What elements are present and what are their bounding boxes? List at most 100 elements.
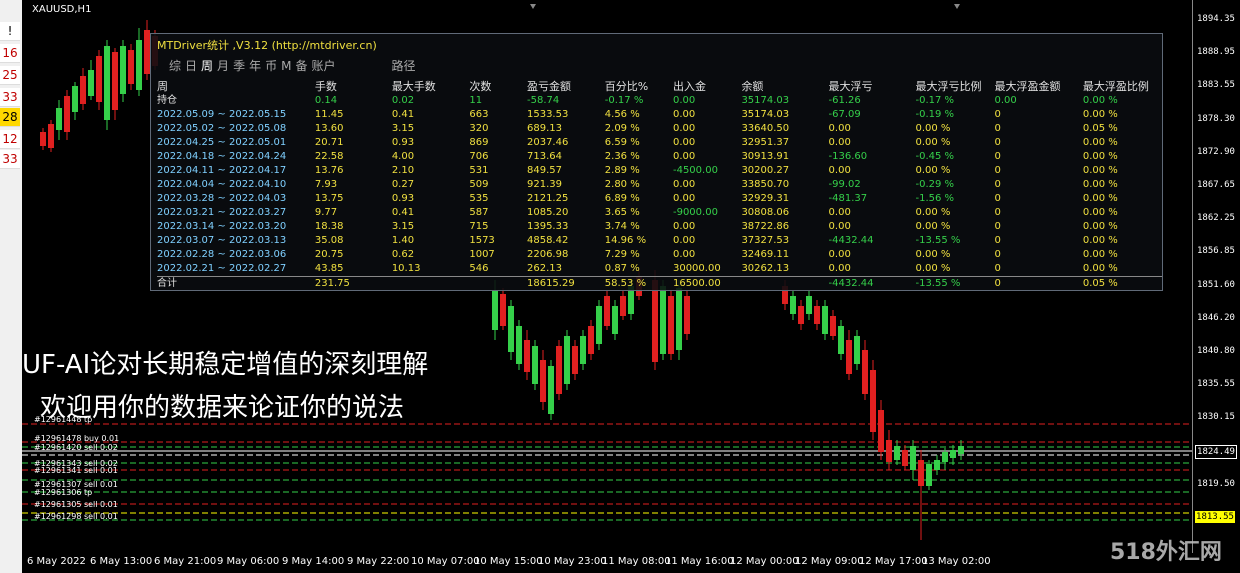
table-cell: 10.13 <box>391 263 421 274</box>
table-cell: 6.59 % <box>604 137 640 148</box>
candle-body <box>612 306 618 334</box>
table-cell: 2022.03.14 ~ 2022.03.20 <box>157 221 287 232</box>
price-tick: 1894.35 <box>1197 14 1235 24</box>
table-cell: 546 <box>469 263 489 274</box>
candle-body <box>846 340 852 374</box>
candle-body <box>806 296 812 314</box>
stats-table: 周 手数 最大手数 次数 盈亏金额 百分比% 出入金 余额 最大浮亏 最大浮亏比例 最大浮盈金额 最大… <box>157 80 1162 291</box>
order-label: #12961420 sell 0.02 <box>34 443 118 452</box>
table-cell: 0 <box>994 179 1001 190</box>
table-cell: 33640.50 <box>741 123 790 134</box>
panel-title: MTDriver统计 ,V3.12 (http://mtdriver.cn) <box>157 39 377 52</box>
table-cell: 0 <box>994 263 1001 274</box>
table-row: 2022.03.21 ~ 2022.03.27 9.77 0.41 587 1085.2… <box>157 206 1162 220</box>
time-tick: 11 May 08:00 <box>602 556 671 567</box>
candle-body <box>838 326 844 354</box>
candle-body <box>902 450 908 466</box>
table-row: 2022.04.25 ~ 2022.05.01 20.71 0.93 869 2037.… <box>157 136 1162 150</box>
panel-tab[interactable]: 综 <box>169 59 181 73</box>
panel-tab[interactable]: 年 <box>249 59 261 73</box>
candle-body <box>72 86 78 112</box>
candle-body <box>918 460 924 486</box>
table-cell: 35174.03 <box>741 109 790 120</box>
left-panel-item[interactable]: 33 <box>0 150 20 169</box>
left-panel-item[interactable]: 16 <box>0 44 20 63</box>
table-cell: 13.76 <box>314 165 344 176</box>
table-cell: 0.00 % <box>1082 263 1118 274</box>
time-tick: 11 May 16:00 <box>665 556 734 567</box>
table-cell: 0.00 % <box>915 263 951 274</box>
candle-body <box>128 50 134 84</box>
panel-tab[interactable]: 月 <box>217 59 229 73</box>
left-panel-item[interactable]: ! <box>0 22 20 41</box>
table-cell: 2121.25 <box>526 193 569 204</box>
candle-body <box>886 440 892 462</box>
table-cell: 2022.03.07 ~ 2022.03.13 <box>157 235 287 246</box>
panel-tab[interactable]: 周 <box>201 59 213 73</box>
table-cell: 30200.27 <box>741 165 790 176</box>
table-cell: 713.64 <box>526 151 562 162</box>
candle-body <box>668 296 674 354</box>
table-cell: 849.57 <box>526 165 562 176</box>
table-cell: 0.00 <box>994 95 1017 106</box>
table-cell: 13.75 <box>314 193 344 204</box>
table-cell: 0.00 % <box>1082 207 1118 218</box>
table-row: 2022.02.28 ~ 2022.03.06 20.75 0.62 1007 2206… <box>157 248 1162 262</box>
table-cell: 0.41 <box>391 207 415 218</box>
candle-body <box>500 294 506 326</box>
time-axis[interactable]: 6 May 2022 6 May 13:00 6 May 21:00 9 May 06… <box>22 553 1192 573</box>
left-panel-item[interactable]: 25 <box>0 66 20 85</box>
table-cell: 2022.03.28 ~ 2022.04.03 <box>157 193 287 204</box>
table-cell: 持仓 <box>157 95 177 106</box>
table-cell: 0.05 % <box>1082 123 1118 134</box>
table-cell: 最大浮亏 <box>828 80 873 93</box>
table-cell: 587 <box>469 207 489 218</box>
time-tick: 6 May 2022 <box>27 556 86 567</box>
panel-tab[interactable]: 账户 <box>311 59 335 73</box>
candle-body <box>64 96 70 132</box>
scroll-marker <box>530 4 536 9</box>
table-cell: 2022.04.25 ~ 2022.05.01 <box>157 137 287 148</box>
table-cell: 0 <box>994 165 1001 176</box>
table-cell: 869 <box>469 137 489 148</box>
price-axis[interactable]: 1894.35 1888.95 1883.55 1878.30 1872.90 1867.… <box>1192 0 1240 553</box>
candle-body <box>588 326 594 354</box>
panel-tab[interactable]: 季 <box>233 59 245 73</box>
table-cell: 9.77 <box>314 207 338 218</box>
left-panel-item[interactable]: 33 <box>0 88 20 107</box>
table-row: 2022.05.09 ~ 2022.05.15 11.45 0.41 663 1533.… <box>157 108 1162 122</box>
table-cell: 30808.06 <box>741 207 790 218</box>
panel-tab[interactable]: M <box>281 59 291 73</box>
table-cell: 0.00 % <box>1082 193 1118 204</box>
price-tick: 1862.25 <box>1197 213 1235 223</box>
panel-tab[interactable]: 日 <box>185 59 197 73</box>
table-cell: 0.14 <box>314 95 338 106</box>
table-row: 2022.05.02 ~ 2022.05.08 13.60 3.15 320 689.1… <box>157 122 1162 136</box>
order-label: #12961341 sell 0.01 <box>34 466 118 475</box>
candle-body <box>112 52 118 110</box>
order-label: #12961478 buy 0.01 <box>34 434 120 443</box>
table-cell: 1085.20 <box>526 207 569 218</box>
table-cell: 2022.02.21 ~ 2022.02.27 <box>157 263 287 274</box>
table-cell: -0.17 % <box>915 95 955 106</box>
left-panel-item[interactable]: 28 <box>0 108 20 127</box>
panel-tab[interactable]: 备 <box>295 59 307 73</box>
table-cell: 0 <box>994 123 1001 134</box>
table-cell: -0.19 % <box>915 109 955 120</box>
table-cell: 13.60 <box>314 123 344 134</box>
table-row: 2022.03.28 ~ 2022.04.03 13.75 0.93 535 2121.… <box>157 192 1162 206</box>
table-cell: 43.85 <box>314 263 344 274</box>
panel-tab[interactable]: 路径 <box>392 59 416 73</box>
table-cell: 0.00 % <box>1082 221 1118 232</box>
table-cell: 2022.05.09 ~ 2022.05.15 <box>157 109 287 120</box>
left-panel-item[interactable]: 12 <box>0 130 20 149</box>
table-cell: 3.74 % <box>604 221 640 232</box>
candle-body <box>950 450 956 458</box>
panel-tab[interactable]: 币 <box>265 59 277 73</box>
candle-body <box>878 410 884 452</box>
table-cell: 0.27 <box>391 179 415 190</box>
table-cell: 0.41 <box>391 109 415 120</box>
table-cell: -481.37 <box>828 193 868 204</box>
table-cell: 0.00 <box>672 123 696 134</box>
table-cell: 7.29 % <box>604 249 640 260</box>
